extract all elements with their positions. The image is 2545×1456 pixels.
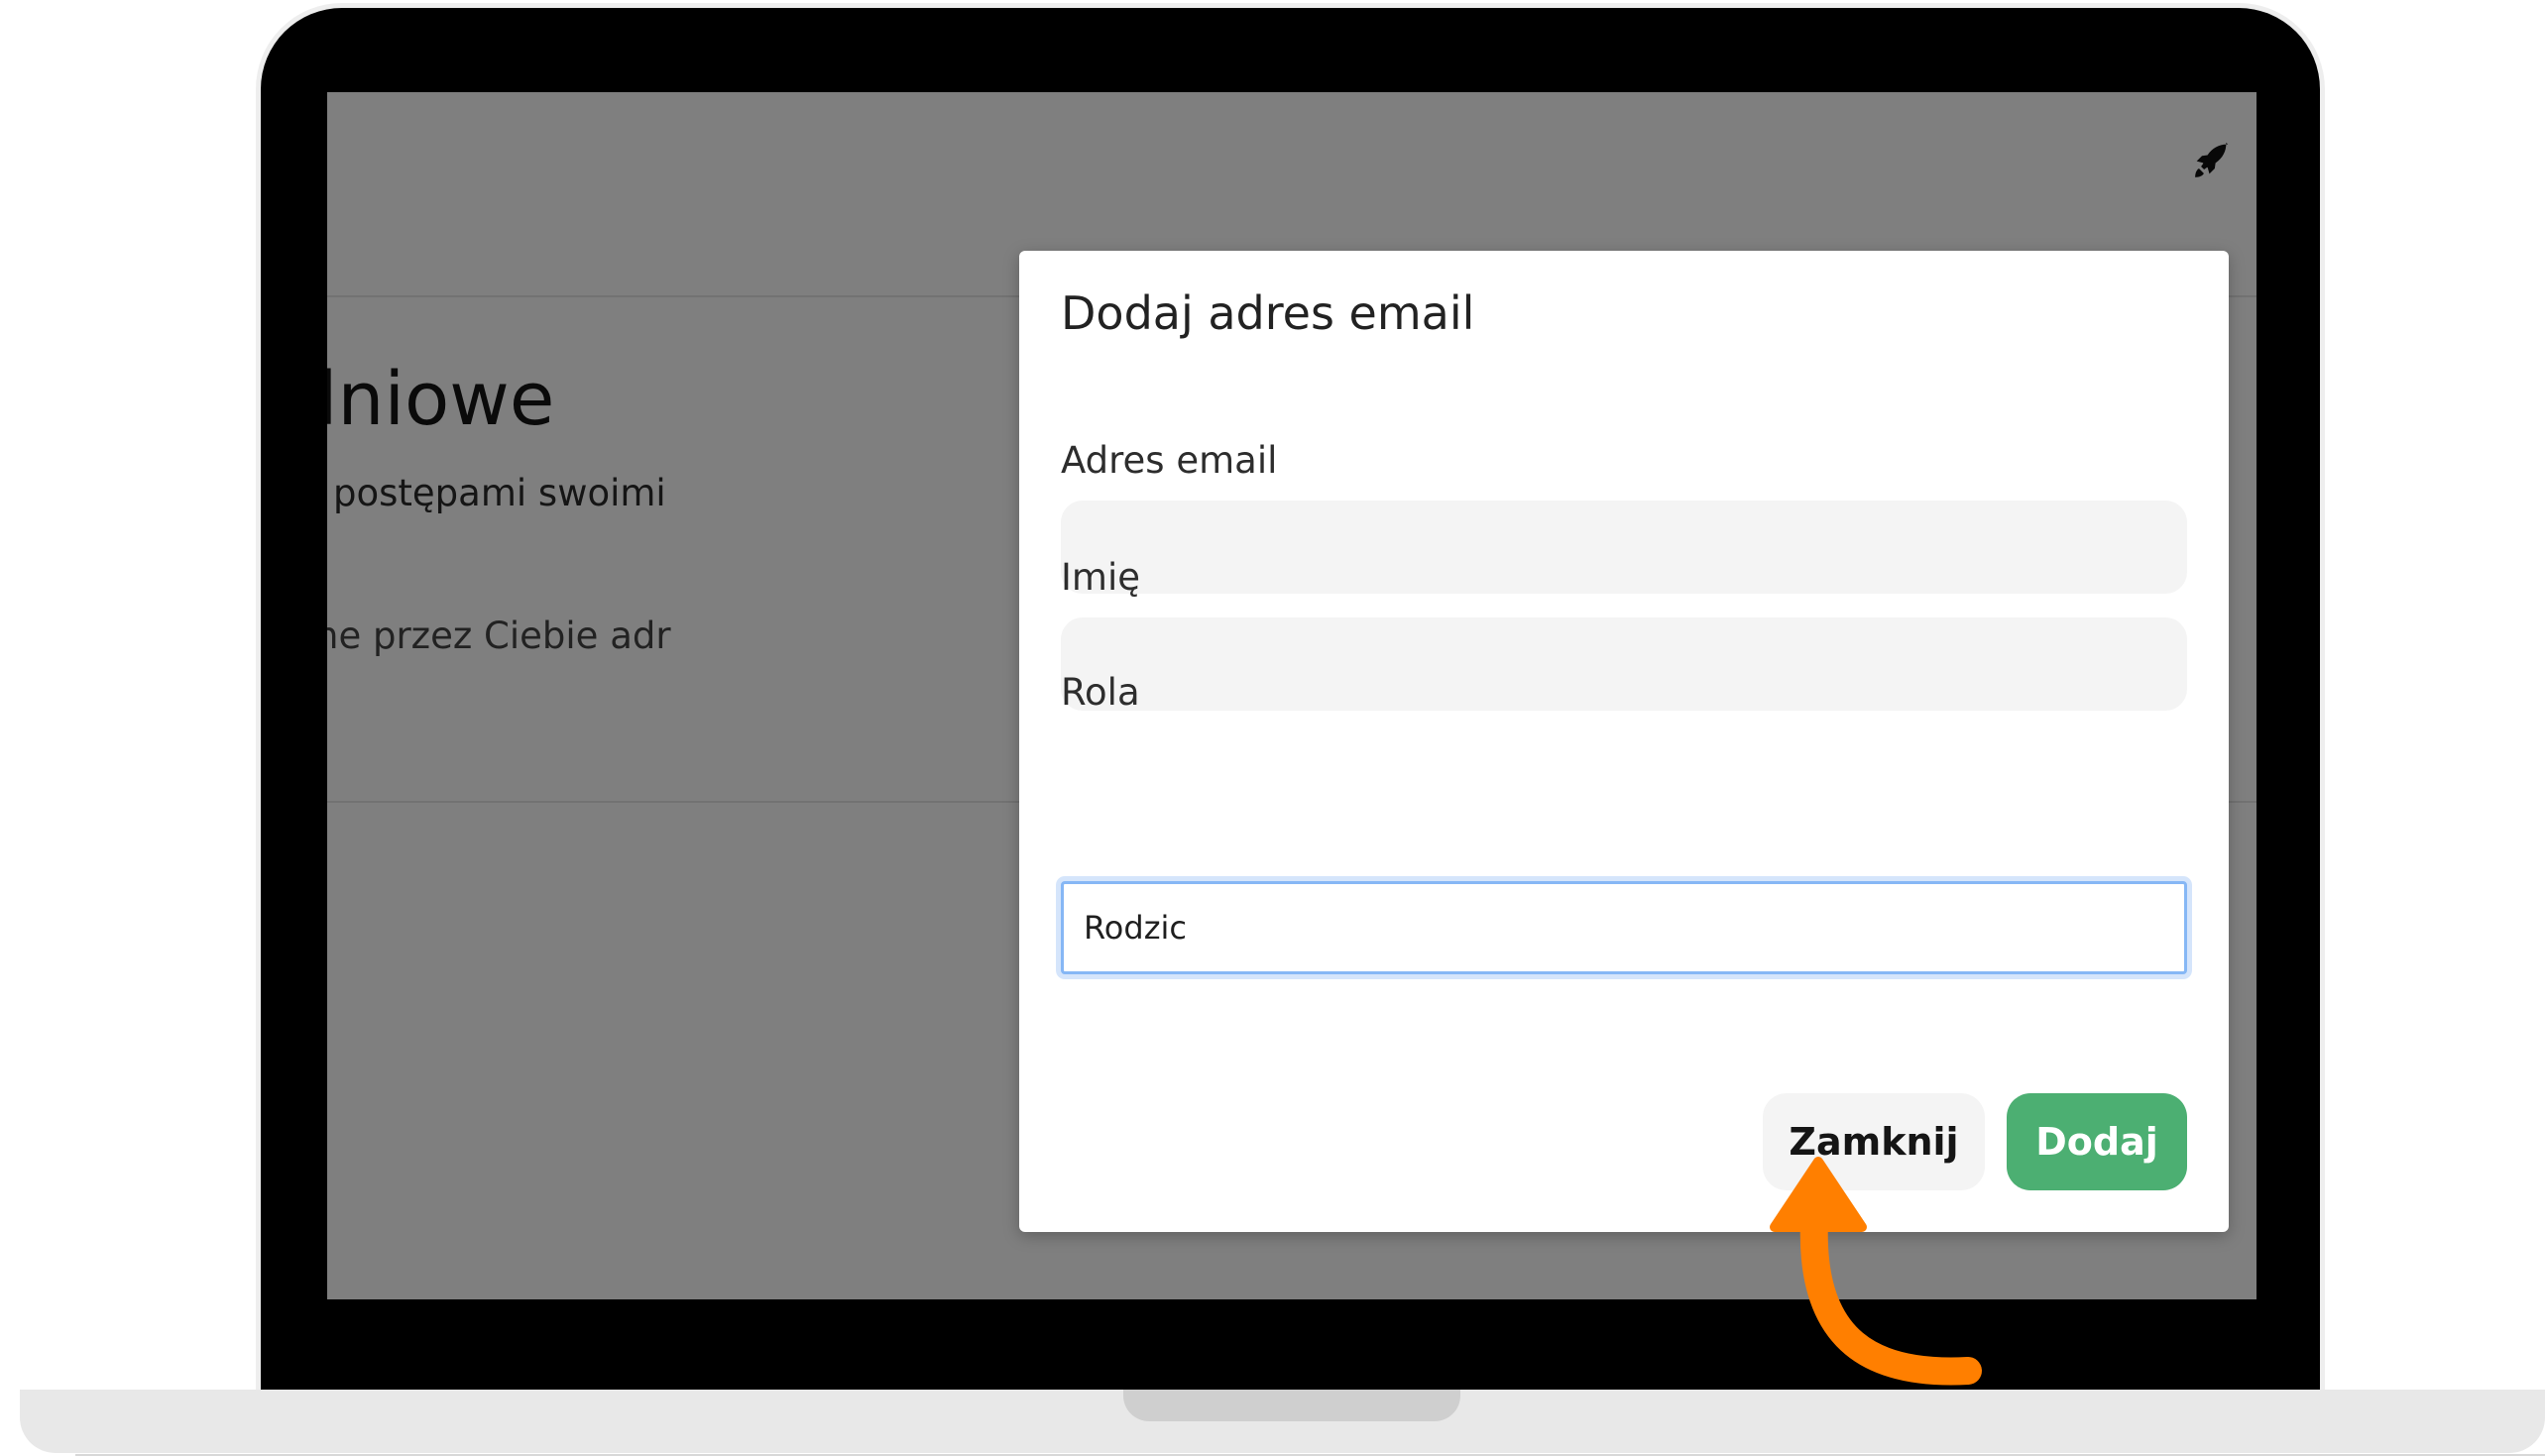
- laptop-mockup: lniowe postępami swoimi ne przez Ciebie …: [0, 0, 2545, 1456]
- curved-arrow-icon: [1770, 1157, 1982, 1386]
